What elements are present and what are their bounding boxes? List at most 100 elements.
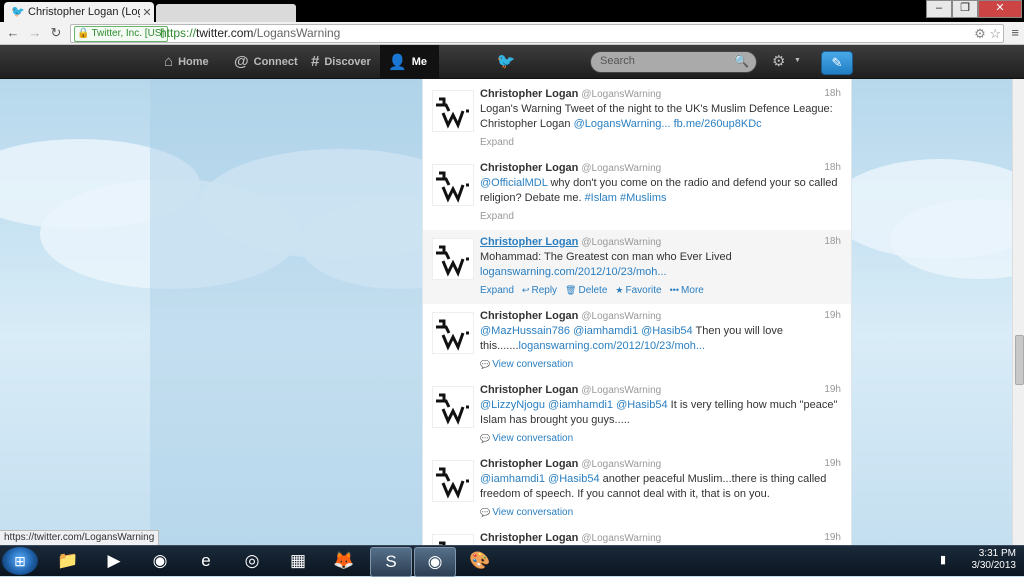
- tweet[interactable]: Christopher Logan @LogansWarning 19h @iamha…: [423, 452, 851, 527]
- tweet-link[interactable]: @LogansWarning...: [574, 118, 671, 130]
- expand-action[interactable]: Expand: [480, 285, 514, 296]
- explorer-taskbar-icon[interactable]: 📁: [48, 547, 88, 575]
- gallery-taskbar-icon[interactable]: ▦: [278, 547, 318, 575]
- media-player-taskbar-icon[interactable]: ▶: [94, 547, 134, 575]
- battery-icon[interactable]: ▮: [940, 553, 946, 566]
- action-label: Delete: [578, 285, 608, 296]
- tweet-link[interactable]: #Muslims: [620, 192, 666, 204]
- browser-tab[interactable]: 🐦 Christopher Logan (Logan ✕: [4, 2, 154, 22]
- scrollbar-thumb[interactable]: [1015, 335, 1024, 385]
- ev-certificate-badge[interactable]: 🔒 Twitter, Inc. [US]: [74, 26, 169, 42]
- nav-discover[interactable]: # Discover: [305, 45, 377, 78]
- nav-me[interactable]: 👤 Me: [380, 45, 439, 78]
- action-label: Reply: [531, 285, 558, 296]
- tweet[interactable]: Christopher Logan @LogansWarning 18h @Offic…: [423, 156, 851, 231]
- network-taskbar-icon[interactable]: ◉: [140, 547, 180, 575]
- tweet-link[interactable]: @Hasib54: [616, 399, 668, 411]
- address-bar[interactable]: 🔒 Twitter, Inc. [US] https://twitter.com/…: [70, 24, 1004, 43]
- tweet-author[interactable]: Christopher Logan @LogansWarning: [480, 384, 661, 396]
- tweet-timestamp[interactable]: 18h: [824, 162, 841, 173]
- windows-taskbar: ⊞ 📁 ▶ ◉ e ◎ ▦ 🦊 S ◉ 🎨 ▮ 3:31 PM 3/30/201…: [0, 545, 1024, 577]
- internet-explorer-taskbar-icon[interactable]: e: [186, 547, 226, 575]
- firefox-taskbar-icon[interactable]: 🦊: [324, 547, 364, 575]
- tweet[interactable]: Christopher Logan @LogansWarning 19h @Lizzy…: [423, 378, 851, 453]
- tweet-link[interactable]: loganswarning.com/2012/10/23/moh...: [519, 340, 706, 352]
- tweet-timestamp[interactable]: 19h: [824, 458, 841, 469]
- new-tab-button[interactable]: [156, 4, 296, 22]
- close-window-button[interactable]: ✕: [978, 0, 1022, 18]
- avatar[interactable]: [432, 90, 474, 132]
- tweet[interactable]: Christopher Logan @LogansWarning 19h @MazHu…: [423, 304, 851, 379]
- tweet-author[interactable]: Christopher Logan @LogansWarning: [480, 88, 661, 100]
- avatar[interactable]: [432, 386, 474, 428]
- tweet-link[interactable]: loganswarning.com/2012/10/23/moh...: [480, 266, 667, 278]
- app-taskbar-icon[interactable]: ◎: [232, 547, 272, 575]
- reload-icon[interactable]: ↻: [48, 25, 64, 41]
- delete-action[interactable]: 🗑 Delete: [565, 285, 607, 296]
- avatar[interactable]: [432, 534, 474, 545]
- system-clock[interactable]: 3:31 PM 3/30/2013: [972, 548, 1017, 572]
- tweet-author[interactable]: Christopher Logan @LogansWarning: [480, 532, 661, 544]
- hash-icon: #: [311, 53, 320, 70]
- avatar[interactable]: [432, 238, 474, 280]
- search-input[interactable]: Search 🔍: [590, 51, 757, 73]
- tweet-link[interactable]: #Islam: [585, 192, 617, 204]
- reply-icon: ↩: [521, 285, 530, 295]
- chevron-down-icon[interactable]: ▼: [794, 57, 801, 64]
- compose-tweet-button[interactable]: ✎: [821, 51, 853, 75]
- close-tab-icon[interactable]: ✕: [140, 6, 154, 19]
- favorite-action[interactable]: ★ Favorite: [615, 285, 661, 296]
- maximize-button[interactable]: ❐: [952, 0, 978, 18]
- chrome-taskbar-icon[interactable]: ◉: [414, 547, 456, 577]
- view-conversation-link[interactable]: 💬 View conversation: [480, 507, 573, 518]
- author-handle: @LogansWarning: [581, 385, 662, 396]
- expand-link[interactable]: Expand: [480, 211, 514, 222]
- expand-label: Expand: [480, 137, 514, 148]
- wrench-menu-icon[interactable]: ≡: [1011, 25, 1019, 40]
- author-handle: @LogansWarning: [581, 533, 662, 544]
- view-conversation-link[interactable]: 💬 View conversation: [480, 359, 573, 370]
- twitter-bird-logo[interactable]: 🐦: [496, 52, 516, 70]
- tweet[interactable]: Christopher Logan @LogansWarning 19h: [423, 526, 851, 545]
- start-button[interactable]: ⊞: [2, 547, 38, 575]
- tweet-author[interactable]: Christopher Logan @LogansWarning: [480, 458, 661, 470]
- bookmark-star-icon[interactable]: ⚙ ☆: [974, 25, 1001, 42]
- avatar[interactable]: [432, 164, 474, 206]
- avatar[interactable]: [432, 460, 474, 502]
- nav-connect[interactable]: @ Connect: [228, 45, 304, 78]
- tweet-author[interactable]: Christopher Logan @LogansWarning: [480, 310, 661, 322]
- search-icon[interactable]: 🔍: [734, 54, 749, 68]
- tweet-timestamp[interactable]: 18h: [824, 236, 841, 247]
- expand-link[interactable]: Expand: [480, 137, 514, 148]
- tweet-timestamp[interactable]: 19h: [824, 384, 841, 395]
- tweet-link[interactable]: @MazHussain786: [480, 325, 570, 337]
- tweet-author[interactable]: Christopher Logan @LogansWarning: [480, 236, 661, 248]
- back-icon[interactable]: ←: [5, 25, 21, 41]
- skype-taskbar-icon[interactable]: S: [370, 547, 412, 577]
- page-scrollbar[interactable]: [1012, 79, 1024, 545]
- paint-taskbar-icon[interactable]: 🎨: [460, 547, 500, 575]
- tweet[interactable]: Christopher Logan @LogansWarning 18h Mohamm…: [423, 230, 851, 305]
- tweet-link[interactable]: @LizzyNjogu: [480, 399, 545, 411]
- forward-icon[interactable]: →: [27, 25, 43, 41]
- gear-icon[interactable]: ⚙: [772, 52, 785, 70]
- avatar[interactable]: [432, 312, 474, 354]
- minimize-button[interactable]: –: [926, 0, 952, 18]
- tweet-link[interactable]: @iamhamdi1: [548, 399, 613, 411]
- tweet-timestamp[interactable]: 19h: [824, 532, 841, 543]
- reply-action[interactable]: ↩ Reply: [522, 285, 557, 296]
- tweet-link[interactable]: @Hasib54: [641, 325, 693, 337]
- tweet-link[interactable]: @iamhamdi1: [573, 325, 638, 337]
- tweet-timestamp[interactable]: 18h: [824, 88, 841, 99]
- tweet-link[interactable]: @iamhamdi1: [480, 473, 545, 485]
- tweet-link[interactable]: fb.me/260up8KDc: [674, 118, 762, 130]
- more-action[interactable]: ••• More: [670, 285, 704, 296]
- tweet[interactable]: Christopher Logan @LogansWarning 18h Logan'…: [423, 82, 851, 157]
- tweet-link[interactable]: @Hasib54: [548, 473, 600, 485]
- tweet-text: @MazHussain786 @iamhamdi1 @Hasib54 Then …: [480, 324, 840, 354]
- tweet-timestamp[interactable]: 19h: [824, 310, 841, 321]
- view-conversation-link[interactable]: 💬 View conversation: [480, 433, 573, 444]
- nav-home[interactable]: ⌂ Home: [158, 45, 215, 78]
- tweet-author[interactable]: Christopher Logan @LogansWarning: [480, 162, 661, 174]
- tweet-link[interactable]: @OfficialMDL: [480, 177, 547, 189]
